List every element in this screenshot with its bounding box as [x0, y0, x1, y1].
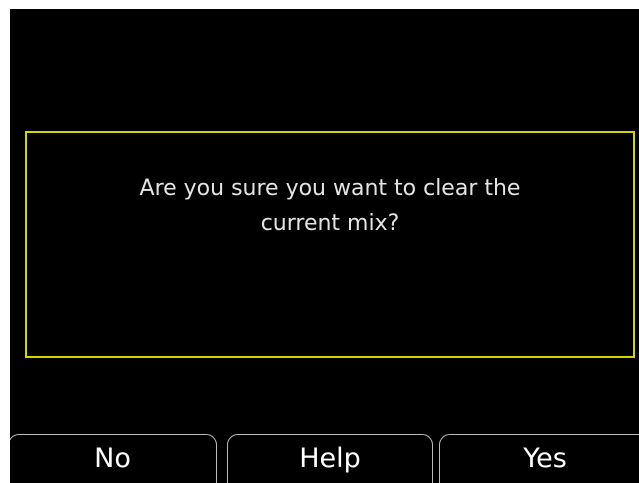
help-button[interactable]: Help: [227, 434, 433, 483]
dialog-message-line-2: current mix?: [260, 211, 400, 236]
dialog-message-line-1: Are you sure you want to clear the: [139, 176, 521, 201]
device-screen: Are you sure you want to clear the curre…: [10, 9, 639, 483]
softkey-bar: No Help Yes: [10, 434, 639, 483]
yes-button[interactable]: Yes: [439, 434, 639, 483]
dialog-message: Are you sure you want to clear the curre…: [27, 171, 633, 241]
confirm-dialog: Are you sure you want to clear the curre…: [25, 131, 635, 358]
no-button[interactable]: No: [10, 434, 217, 483]
